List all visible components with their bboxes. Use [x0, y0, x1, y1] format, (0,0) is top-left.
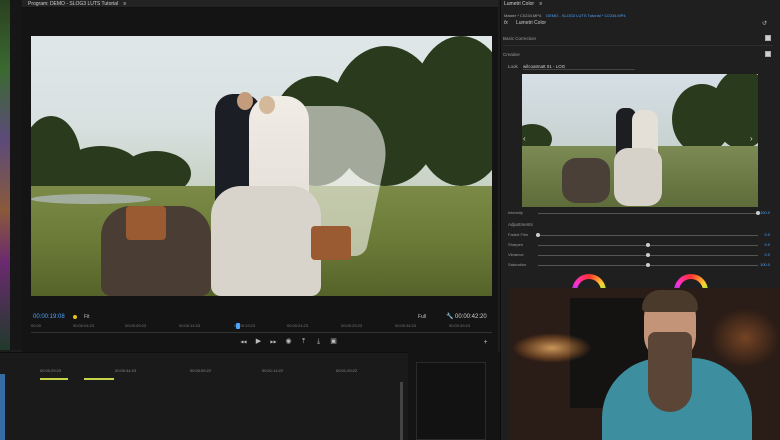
intensity-slider-row: Intensity 100.0 — [508, 210, 770, 216]
monitor-time-ruler[interactable]: 00:00 00:00:04:23 00:00:09:23 00:00:14:2… — [31, 323, 492, 333]
panel-menu-icon[interactable]: ≡ — [123, 1, 126, 7]
lumetri-title-text: Lumetri Color — [504, 1, 535, 7]
timeline-tick-label: 00:01:29:22 — [336, 368, 358, 373]
lumetri-panel-title[interactable]: Lumetri Color ≡ — [504, 1, 542, 7]
ruler-tick-label: 00:00:04:23 — [73, 323, 95, 328]
video-groom-head — [237, 92, 253, 110]
comparison-view-icon[interactable]: ▣ — [330, 338, 337, 345]
basic-correction-checkbox[interactable] — [765, 35, 771, 41]
playback-resolution-select[interactable]: Full — [418, 314, 426, 320]
look-label: Look — [508, 64, 518, 69]
ruler-tick-label: 00:00 — [31, 323, 42, 328]
timeline-playhead[interactable] — [0, 374, 5, 440]
lift-icon[interactable]: ⤒ — [300, 338, 307, 345]
timeline-scrollbar[interactable] — [400, 382, 403, 440]
playhead-timecode[interactable]: 00:00:19:08 — [33, 314, 65, 320]
source-clip-path[interactable]: Master * C0234.MP4 — [504, 13, 541, 18]
slider-label: Vibrance — [508, 252, 524, 257]
slider-knob[interactable] — [646, 253, 650, 257]
preview-donkey — [614, 148, 662, 206]
slider-knob[interactable] — [646, 263, 650, 267]
slider-value[interactable]: 0.0 — [764, 252, 770, 257]
app-window: Program: DEMO - SLOG3 LUTS Tutorial ≡ 00… — [0, 0, 780, 440]
program-video-frame[interactable] — [31, 36, 492, 296]
ruler-tick-label: 00:00:14:23 — [179, 323, 201, 328]
ruler-tick-label: 00:00:09:23 — [125, 323, 147, 328]
extract-icon[interactable]: ⤓ — [315, 338, 322, 345]
monitor-playhead[interactable] — [236, 323, 240, 329]
fx-icon[interactable]: fx — [504, 20, 508, 26]
webcam-background-light — [710, 308, 780, 368]
video-bride-head — [259, 96, 275, 114]
program-title-text: Program: DEMO - SLOG3 LUTS Tutorial — [28, 1, 119, 7]
ruler-tick-label: 00:00:34:23 — [395, 323, 417, 328]
webcam-presenter-hair — [642, 290, 698, 312]
panel-menu-icon[interactable]: ≡ — [539, 1, 542, 7]
faded-film-slider-row: Faded Film 0.0 — [508, 232, 770, 238]
play-icon[interactable]: ▶ — [255, 338, 262, 345]
next-look-arrow-icon[interactable]: › — [750, 134, 753, 143]
clip-path[interactable]: Master * C0234.MP4 DEMO - SLOG3 LUTS Tut… — [504, 13, 626, 18]
preview-donkey — [562, 158, 610, 203]
timeline-clip[interactable] — [84, 378, 114, 380]
timeline-panel[interactable] — [0, 352, 408, 440]
slider-label: Intensity — [508, 210, 523, 215]
creative-checkbox[interactable] — [765, 51, 771, 57]
sequence-clip-path[interactable]: DEMO - SLOG3 LUTS Tutorial * C0234.MP4 — [546, 13, 625, 18]
look-preview-image[interactable] — [522, 74, 758, 207]
timeline-tick-label: 00:00:59:22 — [190, 368, 212, 373]
webcam-presenter-beard — [648, 332, 692, 412]
slider-label: Faded Film — [508, 232, 529, 237]
slider-track[interactable] — [538, 235, 758, 236]
ruler-tick-label: 00:00:39:23 — [449, 323, 471, 328]
slider-value[interactable]: 0.0 — [764, 232, 770, 237]
webcam-string-lights — [512, 333, 592, 363]
program-monitor-title[interactable]: Program: DEMO - SLOG3 LUTS Tutorial ≡ — [28, 1, 126, 7]
slider-value[interactable]: 0.0 — [764, 242, 770, 247]
zoom-fit-select[interactable]: Fit — [84, 314, 90, 320]
slider-track[interactable] — [538, 213, 758, 214]
sharpen-slider-row: Sharpen 0.0 — [508, 242, 770, 248]
step-forward-icon[interactable]: ▶▶ — [270, 338, 277, 345]
webcam-overlay — [510, 288, 780, 440]
saturation-slider-row: Saturation 100.0 — [508, 262, 770, 268]
duration-timecode: 00:00:42:20 — [455, 314, 487, 320]
wrench-icon[interactable]: 🔧 — [446, 313, 453, 320]
slider-value[interactable]: 100.0 — [760, 262, 770, 267]
ruler-tick-label: 00:00:29:23 — [341, 323, 363, 328]
slider-knob[interactable] — [536, 233, 540, 237]
scope-labels — [10, 0, 22, 350]
timeline-clip[interactable] — [40, 378, 68, 380]
step-back-icon[interactable]: ◀◀ — [240, 338, 247, 345]
video-basket — [311, 226, 351, 260]
export-frame-icon[interactable]: ◉ — [285, 338, 292, 345]
reset-icon[interactable]: ↺ — [762, 20, 767, 27]
slider-label: Saturation — [508, 262, 527, 267]
effect-name-select[interactable]: Lumetri Color — [516, 20, 546, 26]
divider — [503, 45, 773, 46]
section-basic-correction[interactable]: Basic Correction — [503, 36, 536, 41]
video-basket — [126, 206, 166, 240]
slider-knob[interactable] — [646, 243, 650, 247]
add-button-icon[interactable]: + — [482, 339, 489, 346]
timeline-tick-label: 00:00:44:23 — [115, 368, 137, 373]
transport-controls: ◀◀ ▶ ▶▶ ◉ ⤒ ⤓ ▣ — [240, 338, 337, 348]
marker-icon[interactable] — [73, 315, 77, 319]
previous-look-arrow-icon[interactable]: ‹ — [523, 134, 526, 143]
adjustments-header[interactable]: Adjustments — [508, 222, 533, 227]
video-donkey-white — [211, 186, 321, 296]
lumetri-scope-waveform — [0, 0, 10, 350]
timeline-tick-label: 00:01:14:22 — [262, 368, 284, 373]
slider-value[interactable]: 100.0 — [760, 210, 770, 215]
slider-label: Sharpen — [508, 242, 524, 247]
audio-meter — [416, 362, 486, 440]
timeline-tick-label: 00:00:29:23 — [40, 368, 62, 373]
ruler-tick-label: 00:00:24:23 — [287, 323, 309, 328]
video-pond — [31, 194, 151, 204]
look-select[interactable]: wilcoatmatt 01 - LOG — [523, 64, 635, 70]
section-creative[interactable]: Creative — [503, 52, 520, 57]
vibrance-slider-row: Vibrance 0.0 — [508, 252, 770, 258]
